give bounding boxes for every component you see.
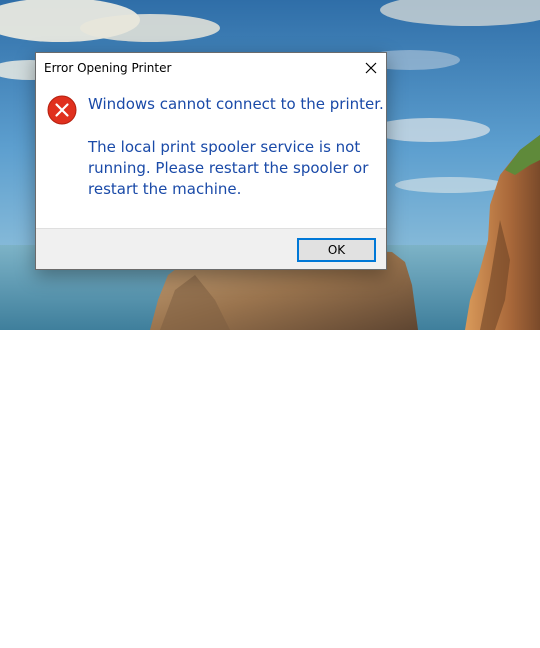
dialog-title: Error Opening Printer xyxy=(44,61,172,75)
dialog-footer: OK xyxy=(36,228,386,269)
detail-line: restart the machine. xyxy=(88,180,242,198)
close-icon xyxy=(365,62,377,74)
close-button[interactable] xyxy=(356,53,386,83)
dialog-content: Windows cannot connect to the printer. T… xyxy=(36,83,386,229)
dialog-titlebar[interactable]: Error Opening Printer xyxy=(36,53,386,83)
error-icon xyxy=(47,95,77,125)
detail-line: The local print spooler service is not xyxy=(88,138,361,156)
detail-message: The local print spooler service is not r… xyxy=(88,137,378,200)
main-instruction: Windows cannot connect to the printer. xyxy=(88,95,384,113)
ok-button[interactable]: OK xyxy=(297,238,376,262)
detail-line: running. Please restart the spooler or xyxy=(88,159,369,177)
error-dialog: Error Opening Printer Windows cannot con… xyxy=(35,52,387,270)
